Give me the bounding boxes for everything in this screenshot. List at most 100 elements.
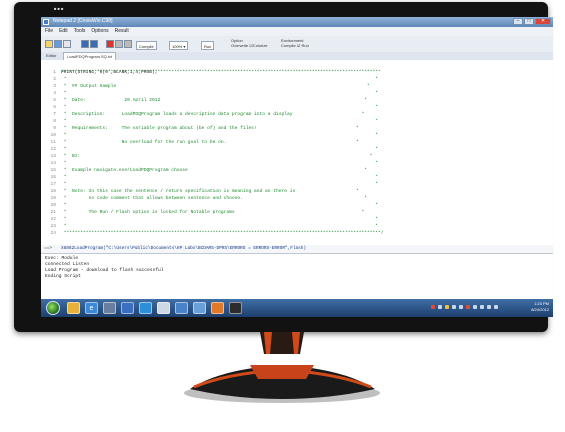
line-number: 19 [50,196,56,201]
code-line: 4 * * [41,90,553,97]
code-text: * ## Output Sample * [61,84,370,89]
line-number: 13 [50,154,56,159]
base-hub [250,365,314,379]
code-line: 5 * Date: 20 April 2012 * [41,97,553,104]
open-icon[interactable] [45,40,53,48]
code-text: * * [61,224,379,229]
code-text: * No overload for the run goal to be on.… [61,140,359,145]
code-line: 18 * Note: In this case the sentence / r… [41,188,553,195]
menu-bar: File Edit Tools Options Result [41,27,553,36]
minimize-button[interactable]: – [513,18,523,25]
line-number: 18 [50,189,56,194]
monitor-bezel: ■ ■ ■ Notepad 2 [CrossWin.C98] – □ ✕ Fil… [14,2,553,332]
code-text: * * [61,133,379,138]
firefox-icon[interactable] [211,302,224,314]
tray-icon[interactable] [452,305,456,309]
run-button[interactable]: Run [201,41,215,50]
network-icon[interactable] [103,302,116,314]
line-number: 11 [50,140,56,145]
folder-icon[interactable] [139,302,152,314]
ie-icon[interactable]: e [85,302,98,314]
output-line: Ending Script [45,274,81,279]
paste-icon[interactable] [124,40,132,48]
output-panel: Exec: Module connected Listen Load Progr… [41,254,553,299]
clock-date: 8/24/2012 [531,307,549,312]
environment-group: Environment Compile ☑ Run [281,38,309,48]
maximize-button[interactable]: □ [524,18,534,25]
menu-file[interactable]: File [45,27,53,36]
code-line: PRINT(STRING,'0(0',BLANK,1,4,PROB); [41,62,553,75]
menu-result[interactable]: Result [115,27,129,36]
menu-options[interactable]: Options [91,27,108,36]
close-button[interactable]: ✕ [535,18,551,25]
code-text: * * [61,77,379,82]
line-number: 6 [53,105,56,110]
tray-icon[interactable] [473,305,477,309]
window-icon[interactable] [175,302,188,314]
windows-start-orb[interactable] [46,301,60,315]
code-text: * no code comment that allows between se… [61,196,367,201]
explorer-icon[interactable] [67,302,80,314]
tray-icon[interactable] [459,305,463,309]
save-icon[interactable] [54,40,62,48]
line-number: 2 [53,77,56,82]
code-text: * Date: 20 April 2012 * [61,98,367,103]
environment-items[interactable]: Compile ☑ Run [281,43,309,48]
code-text: * Requirements: The variable program abo… [61,126,359,131]
volume-icon[interactable] [487,305,491,309]
delete-icon[interactable] [106,40,114,48]
code-editor[interactable]: PRINT(STRING,'0(0',BLANK,1,4,PROB); 1 /**… [41,60,553,246]
clock[interactable]: 1:23 PM 8/24/2012 [531,301,549,313]
app-icon[interactable] [229,302,242,314]
line-number: 7 [53,112,56,117]
code-line: 7 * Description: LoadPDQProgram loads a … [41,111,553,118]
code-text: * Description: LoadPDQProgram loads a de… [61,112,365,117]
media-icon[interactable] [121,302,134,314]
zoom-select[interactable]: 100% ▾ [169,41,189,50]
code-line: 15 * Example navigate.exe/LoadPDQProgram… [41,167,553,174]
tab-file[interactable]: LoadPDQProgram.SQ.txt [63,52,117,60]
line-number: 5 [53,98,56,103]
code-line: 8 * * [41,118,553,125]
menu-edit[interactable]: Edit [59,27,68,36]
tray-icon[interactable] [438,305,442,309]
copy-icon[interactable] [115,40,123,48]
compile-button[interactable]: Compile [136,41,157,50]
screen: Notepad 2 [CrossWin.C98] – □ ✕ File Edit… [41,17,553,317]
tab-bar: Editor LoadPDQProgram.SQ.txt [41,52,553,60]
code-line: 6 * * [41,104,553,111]
line-number: 15 [50,168,56,173]
code-text: * The Run / Flash option is locked for N… [61,210,365,215]
window-titlebar: Notepad 2 [CrossWin.C98] – □ ✕ [41,17,553,27]
code-line: 14 * * [41,160,553,167]
back-icon[interactable] [81,40,89,48]
tray-icon[interactable] [445,305,449,309]
code-text: * * [61,91,379,96]
code-text: * * [61,161,379,166]
code-line: 17 * * [41,181,553,188]
line-number: 12 [50,147,56,152]
tray-icon[interactable] [431,305,435,309]
line-number: 24 [50,231,56,236]
forward-icon[interactable] [90,40,98,48]
tray-icon[interactable] [466,305,470,309]
new-icon[interactable] [63,40,71,48]
code-text: * Bz: * [61,154,373,159]
menu-tools[interactable]: Tools [74,27,86,36]
network-tray-icon[interactable] [494,305,498,309]
monitor-brand-label: ■ ■ ■ [54,6,64,11]
code-line: 23 * * [41,223,553,230]
code-line: 21 * The Run / Flash option is locked fo… [41,209,553,216]
code-text: * * [61,119,379,124]
code-line: 11 * No overload for the run goal to be … [41,139,553,146]
code-line: 3 * ## Output Sample * [41,83,553,90]
chrome-icon[interactable] [193,302,206,314]
tray-icon[interactable] [480,305,484,309]
notepad-icon[interactable] [157,302,170,314]
command-bar[interactable]: ==> X8862LoadProgram("C:\Users\Public\Do… [41,245,553,254]
toolbar: Compile 100% ▾ Run Option Overwrite ☑Col… [41,36,553,53]
line-number: 3 [53,84,56,89]
option-items[interactable]: Overwrite ☑Colorize [231,43,267,48]
command-text[interactable]: X8862LoadProgram("C:\Users\Public\Docume… [61,245,306,253]
tab-editor[interactable]: Editor [43,52,59,60]
